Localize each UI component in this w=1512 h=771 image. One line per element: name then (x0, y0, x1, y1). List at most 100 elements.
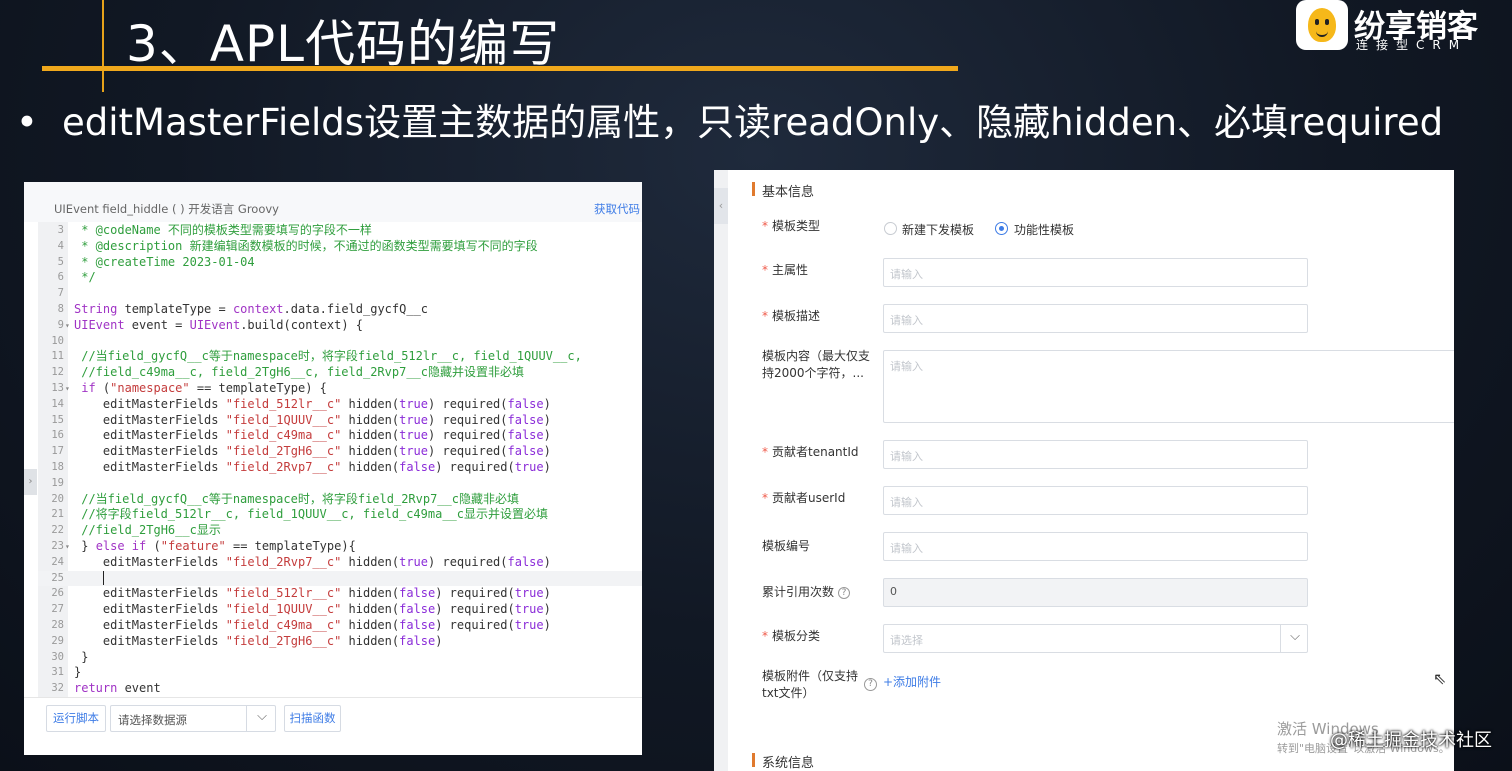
code-line[interactable]: 22 //field_2TgH6__c显示 (38, 523, 642, 539)
code-token: ) (543, 459, 551, 474)
code-token: UIEvent (74, 317, 125, 332)
code-line[interactable]: 5 * @createTime 2023-01-04 (38, 255, 642, 271)
radio-feature-template[interactable] (995, 222, 1008, 235)
code-text: editMasterFields "field_512lr__c" hidden… (74, 397, 551, 413)
code-line[interactable]: 7 (38, 286, 642, 302)
chevron-down-icon[interactable]: ⌵ (257, 709, 267, 724)
code-text: editMasterFields "field_c49ma__c" hidden… (74, 428, 551, 444)
data-source-select[interactable]: 请选择数据源 ⌵ (110, 705, 276, 732)
code-line[interactable]: 13 ▾ if ("namespace" == templateType) { (38, 381, 642, 397)
code-line[interactable]: 25 (38, 570, 642, 587)
code-line[interactable]: 8 String templateType = context.data.fiel… (38, 302, 642, 318)
code-line[interactable]: 15 editMasterFields "field_1QUUV__c" hid… (38, 413, 642, 429)
code-token: //field_c49ma__c, field_2TgH6__c, field_… (74, 365, 525, 380)
code-token: * @description 新建编辑函数模板的时候，不通过的函数类型需要填写不… (74, 238, 538, 253)
fold-toggle-icon[interactable]: ▾ (65, 318, 70, 334)
code-line[interactable]: 21 //将字段field_512lr__c, field_1QUUV__c, … (38, 507, 642, 523)
code-token: editMasterFields (74, 617, 226, 632)
count-label: 累计引用次数? (762, 584, 851, 601)
code-editor-panel: UIEvent field_hiddle ( ) 开发语言 Groovy 获取代… (24, 182, 642, 755)
code-line[interactable]: 23 ▾ } else if ("feature" == templateType… (38, 539, 642, 555)
required-mark: * (762, 491, 768, 505)
help-icon[interactable]: ? (864, 678, 877, 691)
code-token: false (507, 428, 544, 443)
line-number: 28 (51, 618, 64, 631)
content-textarea[interactable]: 请输入 (883, 350, 1454, 423)
run-script-button[interactable]: 运行脚本 (46, 705, 106, 732)
code-token: "field_1QUUV__c" (225, 412, 342, 427)
community-watermark: @稀土掘金技术社区 (1330, 730, 1492, 751)
code-line[interactable]: 12 //field_c49ma__c, field_2TgH6__c, fie… (38, 365, 642, 381)
main-attr-input[interactable]: 请输入 (883, 258, 1308, 287)
code-text: editMasterFields "field_1QUUV__c" hidden… (74, 413, 551, 429)
code-line[interactable]: 14 editMasterFields "field_512lr__c" hid… (38, 397, 642, 413)
code-line[interactable]: 28 editMasterFields "field_c49ma__c" hid… (38, 618, 642, 634)
code-token: ) required( (435, 459, 515, 474)
code-token: editMasterFields (74, 459, 226, 474)
category-label: * 模板分类 (762, 629, 821, 643)
code-token: false (399, 617, 436, 632)
get-code-link[interactable]: 获取代码 (594, 201, 640, 217)
code-token: //当field_gycfQ__c等于namespace时，将字段field_5… (74, 349, 582, 364)
radio-feature-template-label[interactable]: 功能性模板 (1014, 221, 1074, 238)
code-line[interactable]: 26 editMasterFields "field_512lr__c" hid… (38, 586, 642, 602)
code-line[interactable]: 11 //当field_gycfQ__c等于namespace时，将字段fiel… (38, 349, 642, 365)
code-line[interactable]: 27 editMasterFields "field_1QUUV__c" hid… (38, 602, 642, 618)
line-number: 16 (51, 429, 64, 442)
code-text: } (74, 650, 88, 666)
code-token: true (399, 396, 429, 411)
chevron-left-icon[interactable]: ‹ (714, 188, 728, 224)
fold-toggle-icon[interactable]: ▾ (65, 539, 70, 555)
radio-new-template-label[interactable]: 新建下发模板 (902, 221, 974, 238)
code-line[interactable]: 29 editMasterFields "field_2TgH6__c" hid… (38, 634, 642, 650)
code-line[interactable]: 3 * @codeName 不同的模板类型需要填写的字段不一样 (38, 223, 642, 239)
code-line[interactable]: 16 editMasterFields "field_c49ma__c" hid… (38, 428, 642, 444)
code-line[interactable]: 17 editMasterFields "field_2TgH6__c" hid… (38, 444, 642, 460)
line-number: 8 (57, 302, 64, 315)
code-token: ) (543, 617, 551, 632)
code-token: */ (74, 270, 96, 285)
code-line[interactable]: 6 */ (38, 270, 642, 286)
user-input[interactable]: 请输入 (883, 486, 1308, 515)
add-attachment-link[interactable]: +添加附件 (883, 673, 941, 690)
line-number: 12 (51, 366, 64, 379)
code-input[interactable]: 请输入 (883, 532, 1308, 561)
radio-new-template[interactable] (884, 222, 897, 235)
code-line[interactable]: 24 editMasterFields "field_2Rvp7__c" hid… (38, 555, 642, 571)
code-token: ) (543, 444, 551, 459)
code-area[interactable]: 3 * @codeName 不同的模板类型需要填写的字段不一样 4 * @desc… (38, 223, 642, 697)
code-token: hidden( (341, 633, 400, 648)
help-icon[interactable]: ? (838, 586, 851, 599)
code-token: editMasterFields (74, 633, 226, 648)
category-select[interactable]: 请选择 ⌵ (883, 624, 1308, 653)
code-line[interactable]: 32 return event (38, 681, 642, 697)
code-token: "field_c49ma__c" (225, 428, 342, 443)
chevron-down-icon[interactable]: ⌵ (1290, 629, 1300, 644)
line-number: 15 (51, 413, 64, 426)
code-line[interactable]: 9 ▾ UIEvent event = UIEvent.build(context)… (38, 318, 642, 334)
code-line[interactable]: 4 * @description 新建编辑函数模板的时候，不通过的函数类型需要填… (38, 239, 642, 255)
scan-function-button[interactable]: 扫描函数 (284, 705, 341, 732)
code-line[interactable]: 19 (38, 476, 642, 492)
line-number: 30 (51, 650, 64, 663)
code-line[interactable]: 10 (38, 334, 642, 350)
chevron-right-icon[interactable]: › (24, 469, 37, 495)
code-token: editMasterFields (74, 428, 226, 443)
code-line[interactable]: 20 //当field_gycfQ__c等于namespace时，将字段fiel… (38, 492, 642, 508)
tenant-input[interactable]: 请输入 (883, 440, 1308, 469)
section-accent-bar (752, 182, 755, 196)
code-line[interactable]: 30 } (38, 650, 642, 666)
fold-toggle-icon[interactable]: ▾ (65, 381, 70, 397)
desc-input[interactable]: 请输入 (883, 304, 1308, 333)
code-token: false (399, 586, 436, 601)
code-token: "field_512lr__c" (225, 396, 342, 411)
line-number: 7 (57, 287, 64, 300)
code-line[interactable]: 18 editMasterFields "field_2Rvp7__c" hid… (38, 460, 642, 476)
code-text: editMasterFields "field_2Rvp7__c" hidden… (74, 460, 551, 476)
line-number: 10 (51, 334, 64, 347)
code-editor-footer: 运行脚本 请选择数据源 ⌵ 扫描函数 (24, 697, 642, 755)
line-number: 18 (51, 460, 64, 473)
code-token: hidden( (341, 554, 400, 569)
code-line[interactable]: 31} (38, 665, 642, 681)
code-text: } (74, 665, 81, 681)
